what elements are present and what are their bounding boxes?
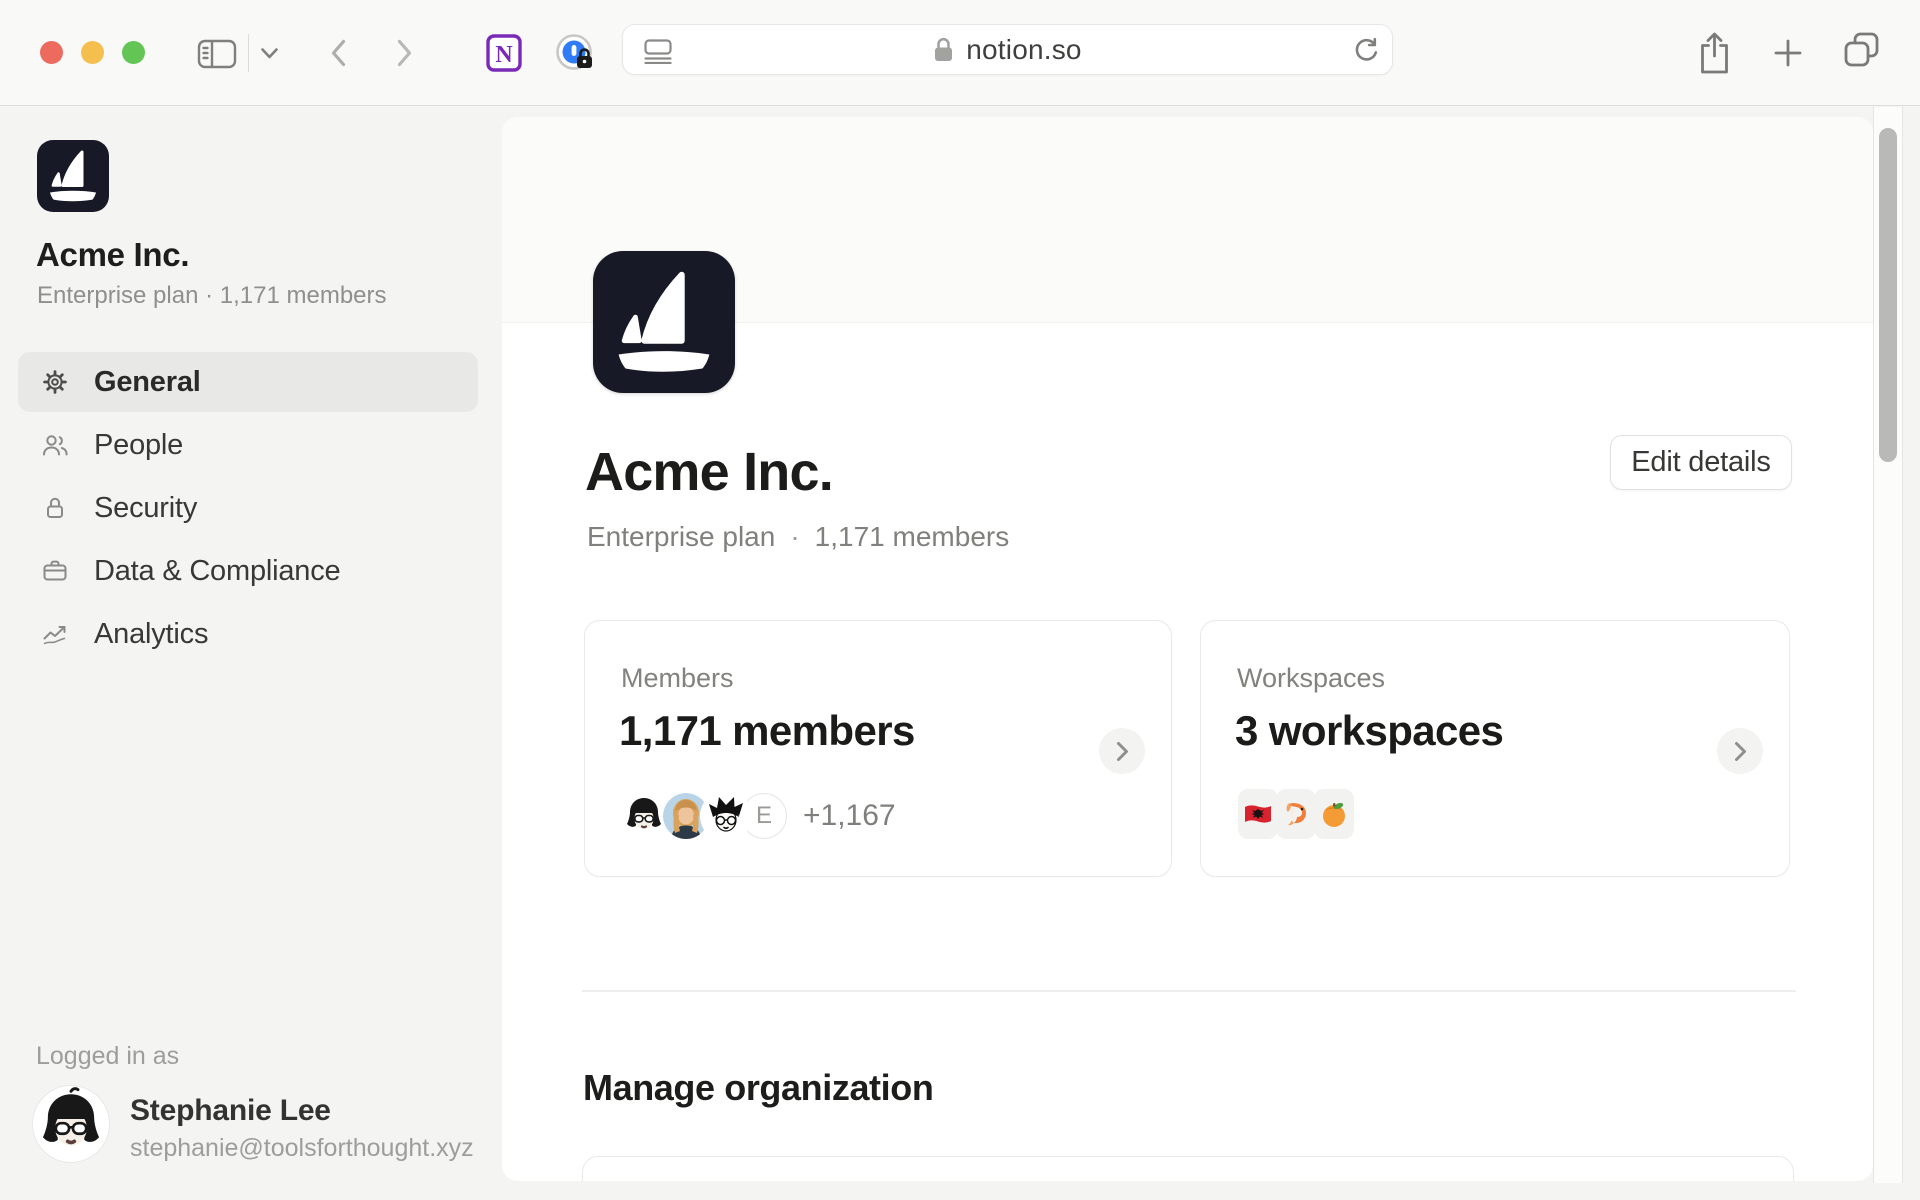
current-user-row[interactable]: Stephanie Lee stephanie@toolsforthought.… [33,1086,493,1166]
window-zoom-button[interactable] [122,41,145,64]
url-text: notion.so [966,34,1081,66]
plan-label: Enterprise plan [587,521,775,553]
svg-text:N: N [495,42,513,68]
window-minimize-button[interactable] [81,41,104,64]
sidebar-item-label: People [94,429,183,462]
workspaces-chevron-button[interactable] [1717,728,1763,774]
share-icon[interactable] [1696,31,1733,75]
user-name: Stephanie Lee [130,1094,331,1128]
edit-details-button[interactable]: Edit details [1610,435,1792,490]
user-email: stephanie@toolsforthought.xyz [130,1134,474,1163]
page-settings-icon[interactable] [643,38,673,64]
scrollbar-track[interactable] [1873,107,1903,1183]
scrollbar-thumb[interactable] [1879,128,1897,462]
sidebar-item-analytics[interactable]: Analytics [18,604,478,664]
org-logo-large [593,251,735,393]
sidebar-item-label: Security [94,492,197,525]
lock-icon [40,493,70,523]
member-count-label: 1,171 members [815,521,1010,553]
sidebar-toggle-icon[interactable] [196,38,238,70]
user-avatar [33,1086,109,1162]
tab-overview-icon[interactable] [1843,31,1880,68]
org-name: Acme Inc. [36,236,189,274]
briefcase-icon [40,556,70,586]
workspace-icon-flag-albania [1238,789,1278,839]
member-overflow-count: +1,167 [803,799,896,833]
sidebar-item-data-compliance[interactable]: Data & Compliance [18,541,478,601]
general-settings-page: Acme Inc. Edit details Enterprise plan ·… [502,117,1873,1181]
chart-trend-icon [40,619,70,649]
chevron-down-icon[interactable] [260,47,279,60]
sidebar-item-label: Analytics [94,618,208,651]
reload-icon[interactable] [1352,37,1379,64]
page-subtitle: Enterprise plan · 1,171 members [587,521,1009,553]
sidebar-item-people[interactable]: People [18,415,478,475]
workspace-icon-shrimp [1276,789,1316,839]
people-icon [40,430,70,460]
notion-extension-icon[interactable]: N [484,32,524,74]
manage-organization-card[interactable] [582,1156,1794,1181]
org-plan-meta: Enterprise plan · 1,171 members [37,282,387,310]
subtitle-separator: · [790,521,799,553]
sidebar-item-security[interactable]: Security [18,478,478,538]
1password-extension-icon[interactable] [553,32,597,76]
members-card-label: Members [621,663,734,694]
address-bar[interactable]: notion.so [622,24,1393,75]
manage-organization-heading: Manage organization [583,1067,933,1109]
sidebar-item-label: Data & Compliance [94,555,340,588]
logged-in-as-label: Logged in as [36,1042,179,1071]
workspaces-card[interactable]: Workspaces 3 workspaces [1200,620,1790,877]
browser-toolbar: N notion.so [0,0,1920,106]
new-tab-icon[interactable] [1773,38,1803,68]
lock-icon [933,36,954,63]
settings-sidebar: Acme Inc. Enterprise plan · 1,171 member… [0,106,502,1200]
members-card-value: 1,171 members [619,707,915,755]
workspaces-card-label: Workspaces [1237,663,1385,694]
workspace-icon-tangerine [1314,789,1354,839]
sidebar-item-label: General [94,366,201,399]
page-title: Acme Inc. [585,441,833,503]
gear-icon [40,367,70,397]
members-chevron-button[interactable] [1099,728,1145,774]
workspaces-card-value: 3 workspaces [1235,707,1503,755]
sidebar-item-general[interactable]: General [18,352,478,412]
forward-button-icon[interactable] [396,39,413,67]
back-button-icon[interactable] [330,39,347,67]
section-divider [582,990,1796,992]
toolbar-divider [248,34,249,72]
org-logo-sailboat [37,140,109,212]
sidebar-nav: General People Security [18,352,478,667]
member-avatar-cartoon-woman [621,793,667,839]
members-card[interactable]: Members 1,171 members [584,620,1172,877]
member-avatar-cartoon-spiky [703,793,749,839]
window-close-button[interactable] [40,41,63,64]
